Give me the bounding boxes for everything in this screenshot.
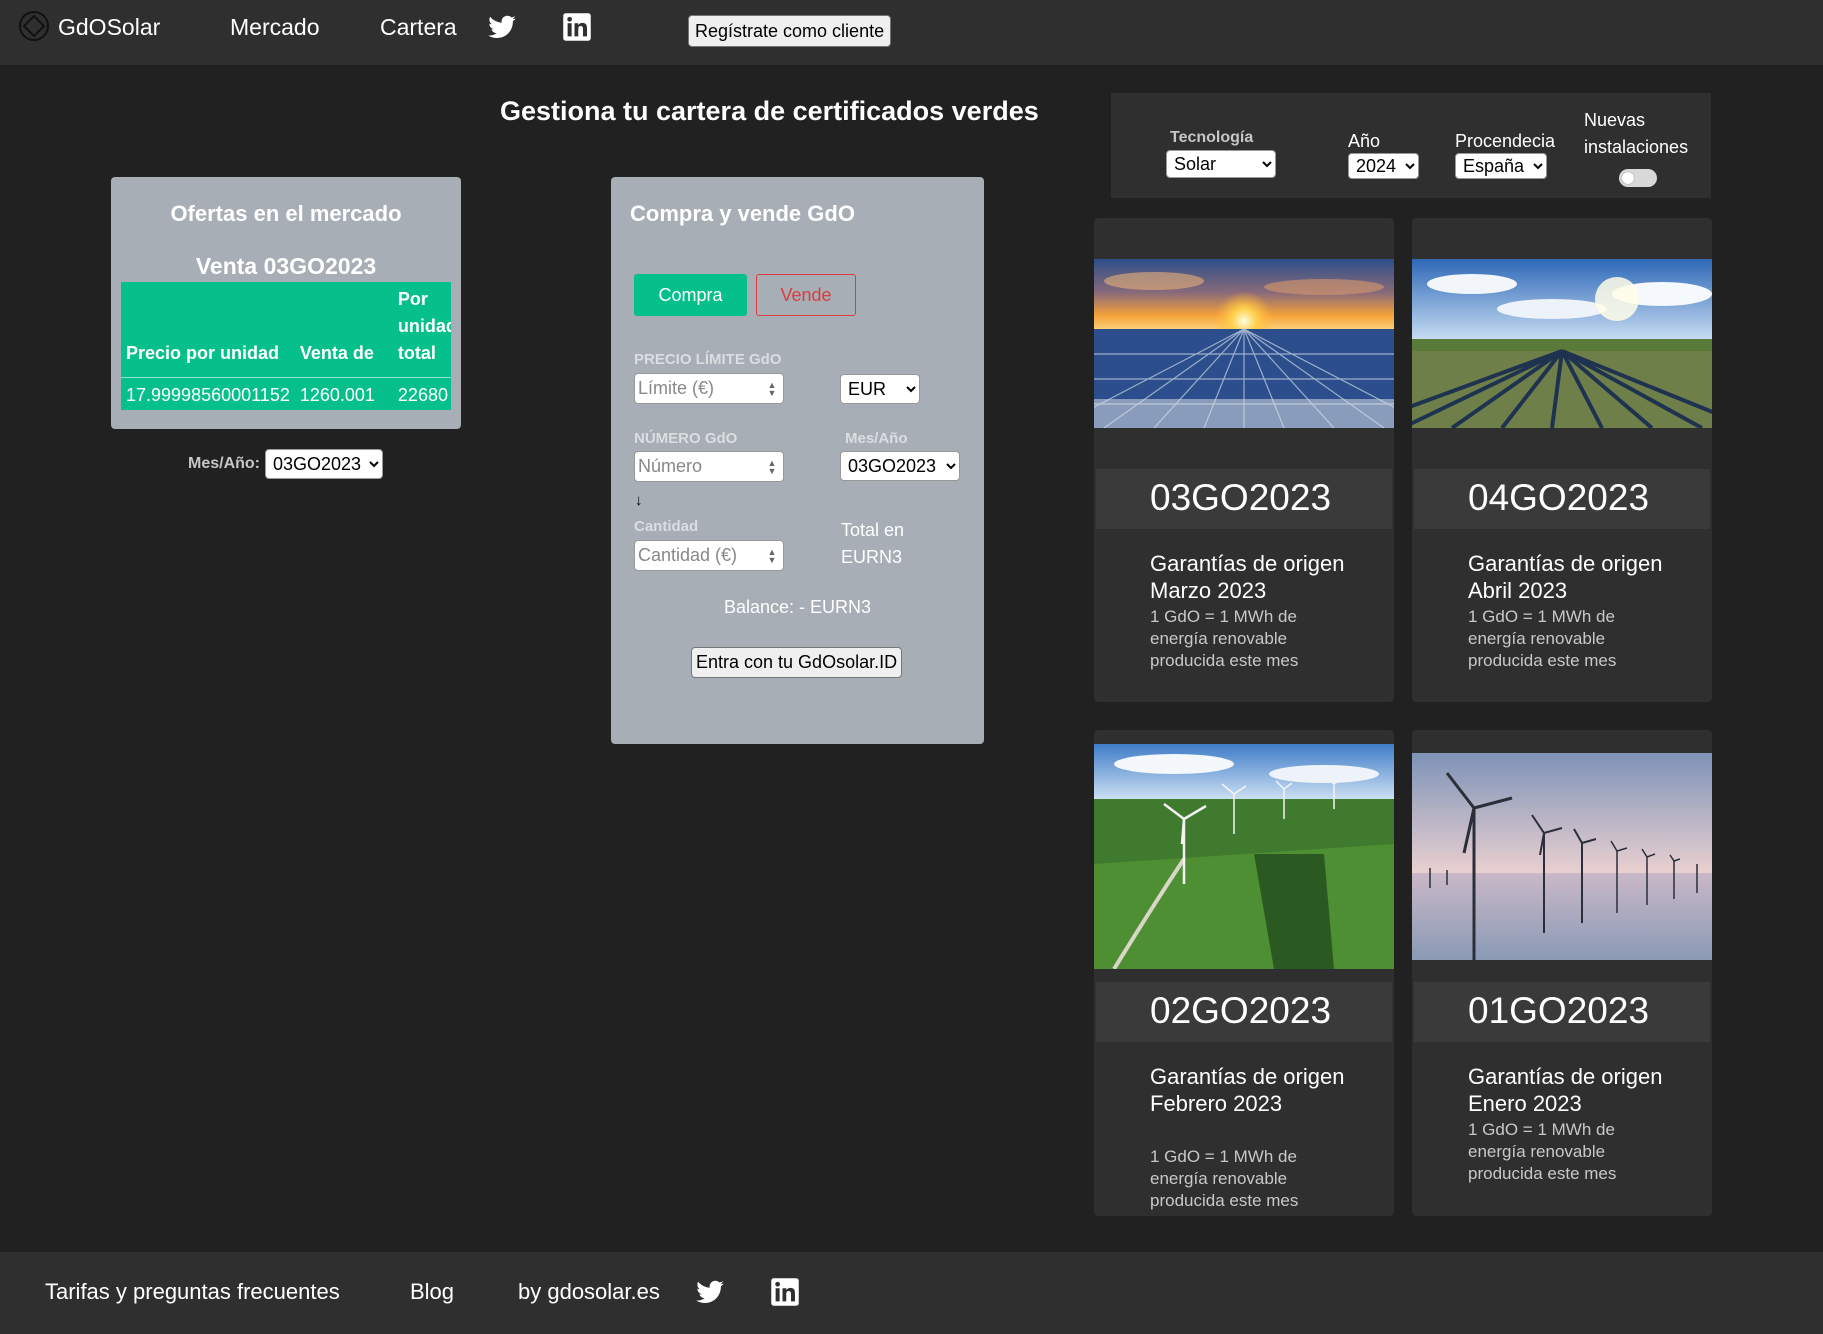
month-filter-select[interactable]: 03GO2023 [265, 449, 383, 479]
amount-label: Cantidad [634, 518, 699, 535]
nav-link-cartera[interactable]: Cartera [380, 14, 457, 41]
wind-offshore-image [1412, 753, 1712, 960]
certificate-card[interactable]: 01GO2023 Garantías de origen Enero 2023 … [1412, 730, 1712, 1216]
balance-text: Balance: - EURN3 [724, 597, 872, 617]
offers-title: Ofertas en el mercado [170, 201, 402, 226]
table-row[interactable]: 17.99998560001152 EURN3 1260.001 03GO202… [121, 378, 451, 411]
sell-button[interactable]: Vende [756, 274, 856, 316]
market-offers-panel: Ofertas en el mercado Venta 03GO2023 Pre… [111, 177, 461, 429]
offers-table: Precio por unidad Venta de Por unidad to… [121, 282, 451, 410]
price-limit-label: PRECIO LÍMITE GdO [634, 351, 782, 368]
card-code: 02GO2023 [1150, 990, 1332, 1031]
certificate-card[interactable]: 04GO2023 Garantías de origen Abril 2023 … [1412, 218, 1712, 702]
solar-field-image [1412, 259, 1712, 428]
stepper-icon[interactable]: ▲ ▼ [767, 548, 777, 565]
card-code-bar: 02GO2023 [1096, 982, 1392, 1042]
offers-table-wrapper[interactable]: Precio por unidad Venta de Por unidad to… [121, 282, 451, 410]
card-subtitle: 1 GdO = 1 MWh de energía renovable produ… [1150, 607, 1299, 670]
footer-link-blog[interactable]: Blog [410, 1279, 454, 1305]
certificate-card[interactable]: 03GO2023 Garantías de origen Marzo 2023 … [1094, 218, 1394, 702]
nav-link-mercado[interactable]: Mercado [230, 14, 319, 41]
arrow-down-icon: ↓ [635, 492, 643, 509]
table-cell: 22680 EURN3 [397, 385, 448, 405]
card-code-bar: 01GO2023 [1414, 982, 1710, 1042]
table-cell: 17.99998560001152 EURN3 [126, 385, 290, 405]
card-code-bar: 04GO2023 [1414, 469, 1710, 529]
stepper-icon[interactable]: ▲ ▼ [767, 459, 777, 476]
linkedin-icon[interactable] [562, 12, 592, 42]
technology-select[interactable]: Solar [1166, 150, 1276, 178]
brand-name[interactable]: GdOSolar [58, 14, 160, 41]
wind-forest-image [1094, 744, 1394, 969]
filters-bar: Tecnología Solar Año 2024 Procendecia Es… [1111, 93, 1711, 198]
trade-month-select[interactable]: 03GO2023 [840, 451, 960, 481]
stepper-icon[interactable]: ▲ ▼ [767, 381, 777, 398]
column-header: Por unidad total [392, 282, 451, 378]
card-title: Garantías de origen Abril 2023 [1468, 551, 1663, 603]
year-select[interactable]: 2024 [1348, 153, 1419, 179]
new-installations-toggle[interactable] [1619, 169, 1657, 187]
footer: Tarifas y preguntas frecuentes Blog by g… [0, 1252, 1823, 1334]
trade-panel: Compra y vende GdO Compra Vende PRECIO L… [611, 177, 984, 744]
certificate-card[interactable]: 02GO2023 Garantías de origen Febrero 202… [1094, 730, 1394, 1216]
card-title: Garantías de origen Marzo 2023 [1150, 551, 1345, 603]
logo-icon[interactable] [18, 10, 50, 42]
table-cell: 1260.001 03GO2023 [299, 385, 375, 405]
technology-label: Tecnología [1170, 129, 1254, 146]
offers-subtitle: Venta 03GO2023 [195, 253, 377, 279]
new-installations-label: Nuevas [1584, 110, 1646, 130]
gdosolar-login-button[interactable]: Entra con tu GdOsolar.ID [691, 647, 903, 678]
origin-select[interactable]: España [1455, 153, 1547, 179]
trade-month-label: Mes/Año [845, 430, 908, 447]
card-subtitle: 1 GdO = 1 MWh de energía renovable produ… [1150, 1147, 1299, 1210]
page-title: Gestiona tu cartera de certificados verd… [500, 96, 1039, 126]
twitter-icon[interactable] [695, 1277, 725, 1307]
toggle-knob [1622, 172, 1634, 184]
currency-select[interactable]: EUR [840, 374, 920, 404]
amount-input[interactable]: Cantidad (€) ▲ ▼ [634, 540, 784, 571]
footer-link-gdosolar[interactable]: by gdosolar.es [518, 1279, 660, 1305]
origin-label: Procendecia [1455, 131, 1556, 151]
linkedin-icon[interactable] [770, 1277, 800, 1307]
total-label: Total en [841, 520, 905, 540]
top-navbar: GdOSolar Mercado Cartera Regístrate como… [0, 0, 1823, 65]
gdo-number-label: NÚMERO GdO [634, 430, 738, 447]
offers-month-filter: Mes/Año: 03GO2023 [188, 449, 383, 479]
price-limit-input[interactable]: Límite (€) ▲ ▼ [634, 373, 784, 404]
card-title: Garantías de origen Enero 2023 [1468, 1064, 1663, 1116]
card-code-bar: 03GO2023 [1096, 469, 1392, 529]
register-button[interactable]: Regístrate como cliente [688, 15, 892, 47]
total-unit: EURN3 [841, 547, 903, 567]
buy-button[interactable]: Compra [634, 274, 747, 316]
card-subtitle: 1 GdO = 1 MWh de energía renovable produ… [1468, 607, 1617, 670]
footer-link-faq[interactable]: Tarifas y preguntas frecuentes [45, 1279, 340, 1305]
solar-sunset-image [1094, 259, 1394, 428]
trade-title: Compra y vende GdO [630, 201, 855, 226]
column-header: Precio por unidad [121, 282, 295, 378]
twitter-icon[interactable] [487, 12, 517, 42]
card-code: 01GO2023 [1468, 990, 1650, 1031]
month-filter-label: Mes/Año: [188, 455, 260, 472]
card-title: Garantías de origen Febrero 2023 [1150, 1064, 1345, 1116]
gdo-number-input[interactable]: Número ▲ ▼ [634, 451, 784, 482]
card-subtitle: 1 GdO = 1 MWh de energía renovable produ… [1468, 1120, 1617, 1183]
card-code: 03GO2023 [1150, 477, 1332, 518]
card-code: 04GO2023 [1468, 477, 1650, 518]
year-label: Año [1348, 131, 1381, 151]
new-installations-label-2: instalaciones [1584, 137, 1689, 157]
column-header: Venta de [294, 282, 393, 378]
